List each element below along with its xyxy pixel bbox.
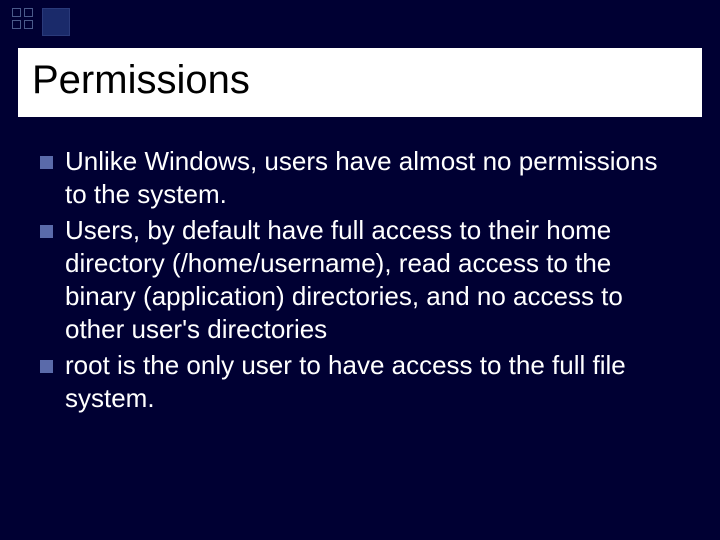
header-decoration-row1 [12,8,33,17]
bullet-item: Users, by default have full access to th… [40,214,680,347]
bullet-text: Unlike Windows, users have almost no per… [65,145,680,212]
bullet-text: root is the only user to have access to … [65,349,680,416]
bullet-text: Users, by default have full access to th… [65,214,680,347]
decor-square [12,20,21,29]
decor-square [12,8,21,17]
bullet-item: root is the only user to have access to … [40,349,680,416]
bullet-square-icon [40,156,53,169]
slide-title: Permissions [32,58,688,103]
decor-square [24,8,33,17]
title-area: Permissions [18,48,702,117]
header-decoration-row2 [12,20,33,29]
bullet-square-icon [40,225,53,238]
bullet-square-icon [40,360,53,373]
bullet-item: Unlike Windows, users have almost no per… [40,145,680,212]
slide-container: Permissions Unlike Windows, users have a… [0,0,720,540]
content-area: Unlike Windows, users have almost no per… [40,145,680,417]
decor-big-square [42,8,70,36]
decor-square [24,20,33,29]
